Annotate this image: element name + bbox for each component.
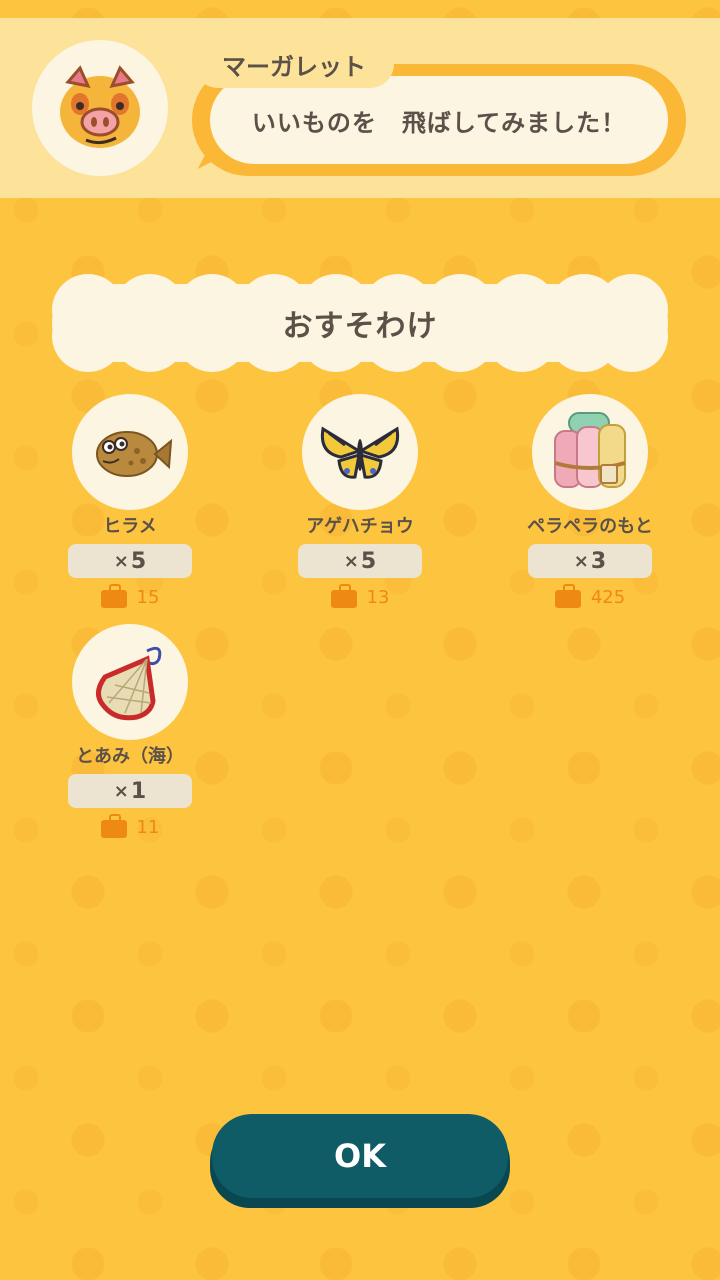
- pig-villager-avatar-icon: [60, 65, 140, 148]
- item-sell-price: 425: [490, 584, 690, 608]
- item-sell-price: 15: [30, 584, 230, 608]
- bag-icon: [100, 814, 127, 838]
- villager-avatar: [32, 40, 168, 176]
- gift-item-fabric: ペラペラのもと × 3 425: [490, 394, 690, 614]
- item-name: アゲハチョウ: [306, 516, 414, 537]
- flounder-fish-icon: [96, 431, 173, 477]
- bag-icon: [100, 584, 127, 608]
- gift-item-swallowtail: アゲハチョウ × 5 13: [260, 394, 460, 614]
- item-icon-frame: [72, 394, 188, 510]
- gift-item-flounder: ヒラメ × 5 15: [30, 394, 230, 614]
- item-icon-frame: [72, 624, 188, 740]
- item-name: ヒラメ: [103, 516, 157, 537]
- item-sell-price: 13: [260, 584, 460, 608]
- fabric-rolls-icon: [554, 412, 626, 488]
- item-icon-frame: [302, 394, 418, 510]
- swallowtail-butterfly-icon: [320, 426, 400, 479]
- item-name: とあみ（海）: [76, 746, 184, 767]
- item-sell-price: 11: [30, 814, 230, 838]
- section-title-banner: おすそわけ: [52, 274, 668, 372]
- item-icon-frame: [532, 394, 648, 510]
- item-quantity-badge: × 3: [528, 544, 652, 578]
- bag-icon: [554, 584, 581, 608]
- item-name: ペラペラのもと: [527, 516, 653, 537]
- item-quantity-badge: × 5: [68, 544, 192, 578]
- item-quantity-badge: × 1: [68, 774, 192, 808]
- bag-icon: [330, 584, 357, 608]
- speech-bubble-message: いいものを 飛ばしてみました！: [210, 76, 668, 164]
- gift-item-cast-net: とあみ（海） × 1 11: [30, 624, 230, 844]
- speaker-name-tag: マーガレット: [194, 40, 394, 88]
- section-title: おすそわけ: [282, 309, 438, 344]
- item-quantity-badge: × 5: [298, 544, 422, 578]
- cast-net-icon: [96, 646, 162, 721]
- ok-button[interactable]: OK: [212, 1114, 508, 1198]
